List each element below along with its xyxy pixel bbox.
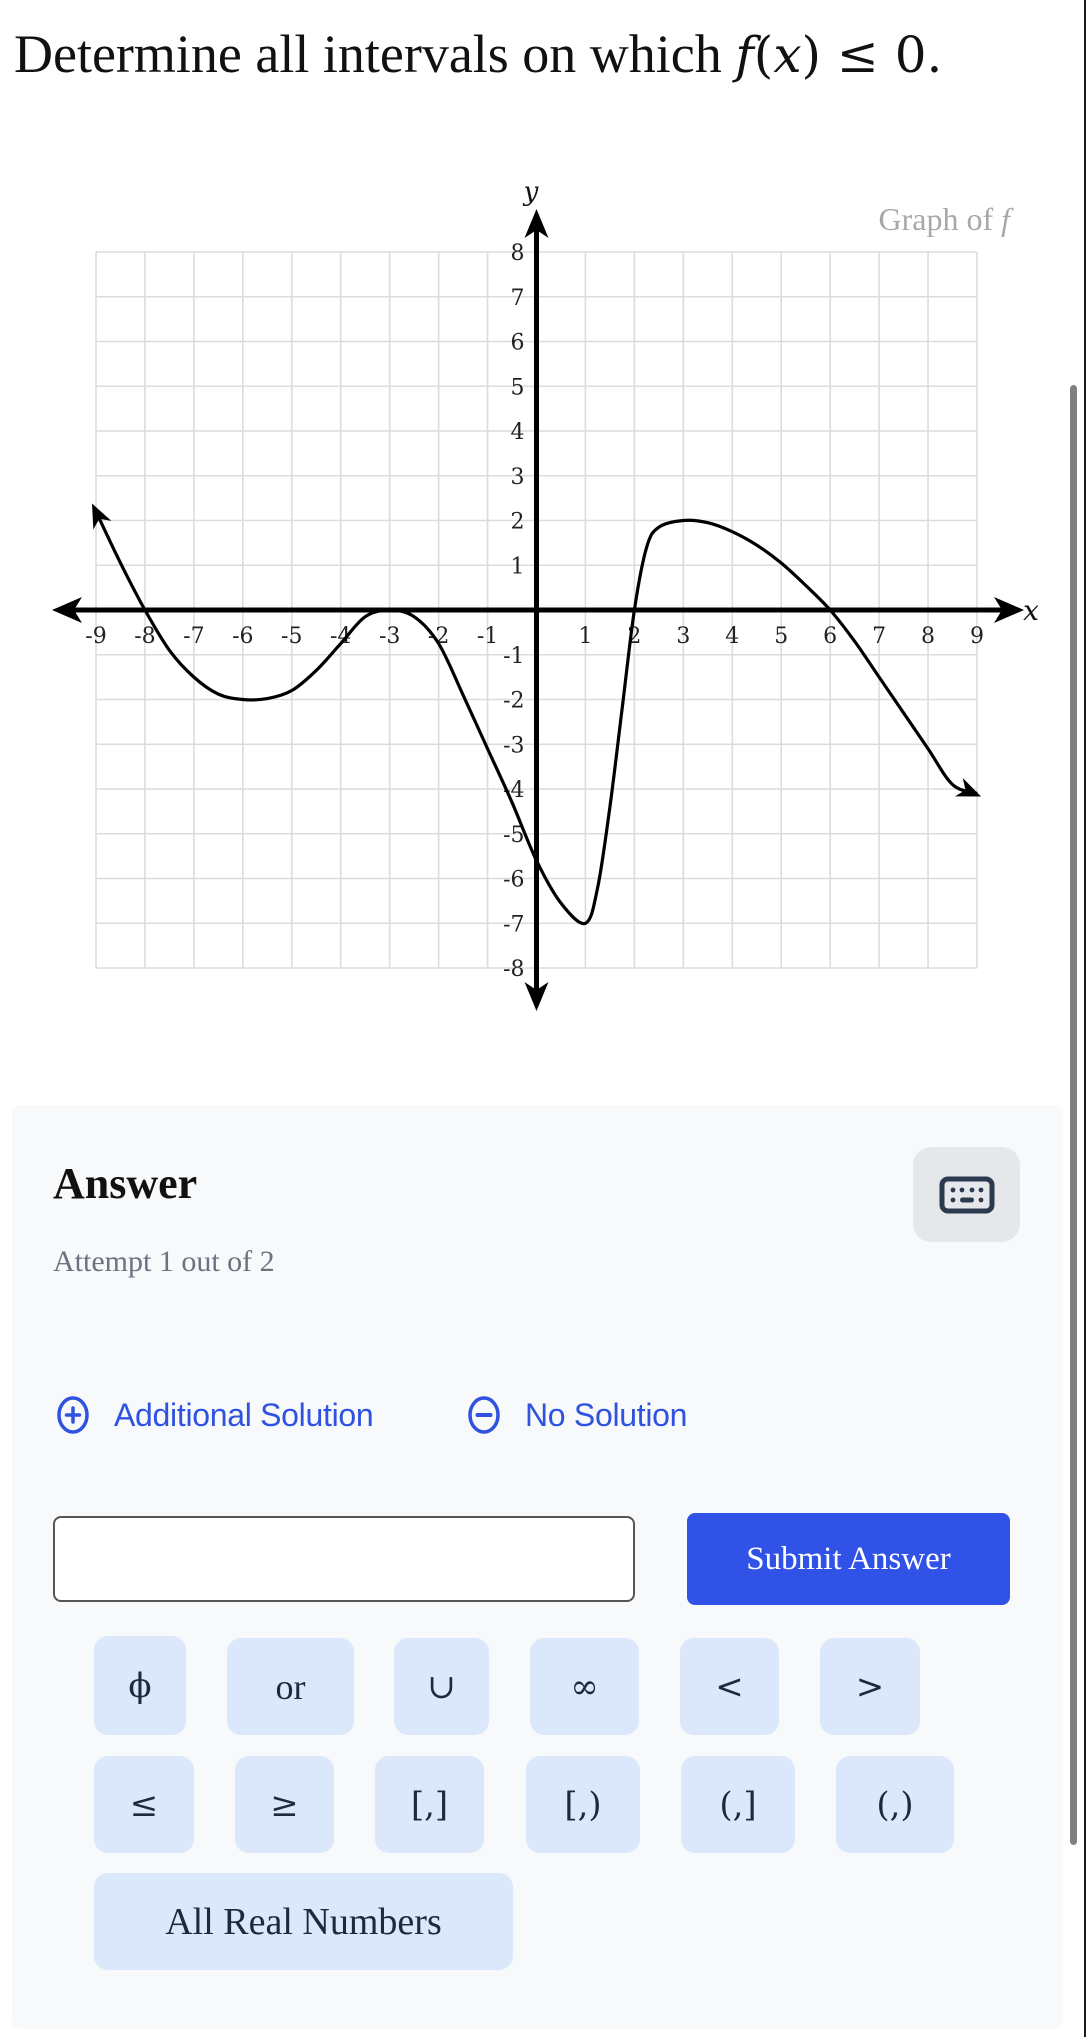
math-open-paren: ( — [753, 26, 774, 84]
y-tick-label: -3 — [503, 733, 524, 758]
y-tick-label: -6 — [503, 868, 524, 893]
math-x: x — [773, 26, 802, 84]
math-f: f — [735, 26, 754, 84]
x-tick-label: 1 — [578, 624, 592, 649]
minus-circle-icon — [468, 1396, 500, 1434]
key-less-than[interactable]: < — [680, 1638, 779, 1735]
question-prefix: Determine all intervals on which — [14, 24, 736, 84]
axes — [52, 209, 1024, 1011]
x-tick-label: -3 — [379, 624, 400, 649]
submit-answer-button[interactable]: Submit Answer — [687, 1513, 1010, 1605]
additional-solution-button[interactable]: Additional Solution — [56, 1395, 374, 1435]
graph-title: Graph of f — [878, 201, 1014, 237]
no-solution-button[interactable]: No Solution — [467, 1395, 687, 1435]
graph-title-prefix: Graph of — [878, 201, 1001, 237]
attempt-counter: Attempt 1 out of 2 — [53, 1245, 275, 1278]
y-tick-label: 7 — [511, 286, 525, 311]
key-closed-interval[interactable]: [,] — [375, 1756, 484, 1853]
key-greater-equal[interactable]: ≥ — [235, 1756, 334, 1853]
key-less-equal[interactable]: ≤ — [94, 1756, 194, 1853]
y-tick-label: 3 — [511, 465, 525, 490]
y-tick-label: 6 — [511, 331, 525, 356]
question-text: Determine all intervals on which f(x) ≤ … — [14, 18, 942, 91]
math-close-paren: ) — [801, 26, 822, 84]
y-tick-label: 2 — [511, 510, 525, 535]
no-solution-label: No Solution — [525, 1396, 688, 1433]
x-tick-label: 4 — [725, 624, 739, 649]
y-axis-label: y — [523, 177, 539, 207]
x-tick-label: 8 — [921, 624, 935, 649]
plus-circle-icon — [57, 1396, 89, 1434]
x-tick-label: 6 — [823, 624, 837, 649]
y-tick-label: -1 — [503, 644, 524, 669]
scrollbar[interactable] — [1070, 385, 1077, 1845]
x-tick-label: 9 — [970, 624, 984, 649]
key-empty-set[interactable]: ϕ — [94, 1636, 186, 1735]
key-all-real-numbers[interactable]: All Real Numbers — [94, 1873, 513, 1970]
x-tick-label: 3 — [676, 624, 690, 649]
x-tick-label: -6 — [232, 624, 253, 649]
y-tick-label: -8 — [503, 957, 524, 982]
y-tick-label: -7 — [503, 912, 524, 937]
keyboard-toggle-button[interactable] — [913, 1147, 1020, 1242]
key-open-interval[interactable]: (,) — [836, 1756, 954, 1853]
key-union[interactable]: ∪ — [394, 1638, 489, 1735]
y-tick-label: 1 — [511, 554, 525, 579]
key-greater-than[interactable]: > — [820, 1638, 920, 1735]
additional-solution-label: Additional Solution — [114, 1396, 374, 1433]
question-math: f(x) ≤ 0. — [735, 26, 942, 84]
x-tick-label: -8 — [134, 624, 155, 649]
x-tick-label: -9 — [85, 624, 106, 649]
math-inequality: ≤ 0. — [821, 26, 943, 84]
x-tick-label: -1 — [477, 624, 498, 649]
y-tick-label: -2 — [503, 689, 524, 714]
graph-title-var: f — [1001, 201, 1014, 237]
answer-input[interactable] — [53, 1516, 635, 1602]
key-open-closed-interval[interactable]: (,] — [681, 1756, 795, 1853]
y-tick-label: 8 — [511, 241, 525, 266]
answer-heading: Answer — [53, 1159, 198, 1208]
x-tick-label: -7 — [183, 624, 204, 649]
x-tick-label: 7 — [872, 624, 886, 649]
key-or[interactable]: or — [227, 1638, 354, 1735]
key-closed-open-interval[interactable]: [,) — [526, 1756, 640, 1853]
keyboard-icon — [939, 1176, 994, 1213]
x-tick-label: -5 — [281, 624, 302, 649]
y-tick-label: 5 — [511, 375, 525, 400]
x-axis-label: x — [1023, 594, 1039, 627]
y-tick-label: 4 — [511, 420, 525, 445]
x-tick-label: 5 — [774, 624, 788, 649]
function-graph: -9 -8 -7 -6 -5 -4 -3 -2 -1 1 2 3 4 5 6 7 8 9-8-7-6-5-4-3-… — [52, 177, 1039, 1011]
key-infinity[interactable]: ∞ — [530, 1638, 639, 1735]
